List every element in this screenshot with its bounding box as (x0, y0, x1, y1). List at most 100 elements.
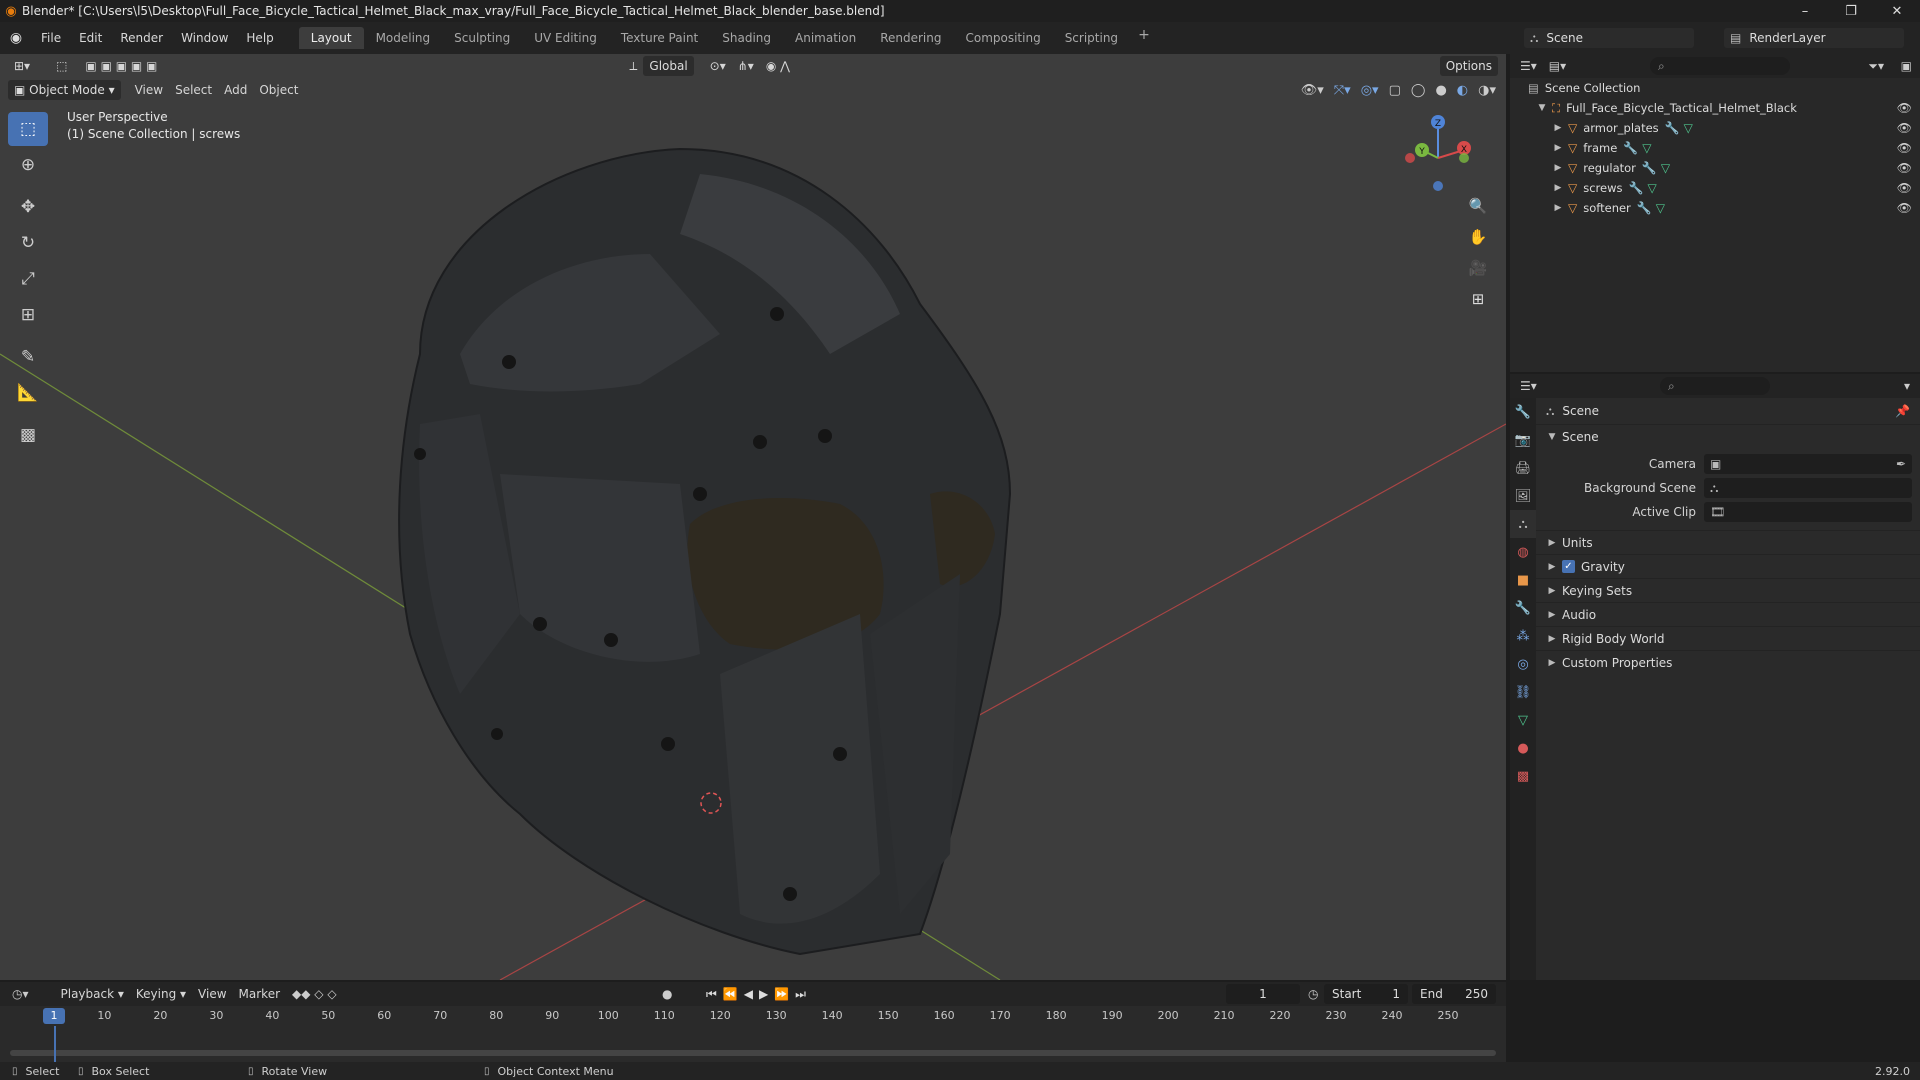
visibility-eye-icon[interactable]: 👁 (1897, 181, 1912, 195)
properties-search-field[interactable]: ⌕ (1660, 377, 1770, 395)
gizmo-neg-y[interactable] (1459, 153, 1469, 163)
outliner-object-row[interactable]: ▶ ▽ softener 🔧 ▽ 👁 (1510, 198, 1920, 218)
selection-mode-buttons[interactable]: ▣ ▣ ▣ ▣ ▣ (79, 56, 163, 76)
expand-triangle-icon[interactable]: ▶ (1546, 658, 1558, 668)
timeline-ruler[interactable]: 1 10 20 30 40 50 60 70 80 90 100 110 120 130 140 150 160… (0, 1006, 1506, 1026)
pivot-icon[interactable]: ⊙▾ (704, 56, 732, 76)
menu-keying[interactable]: Keying ▾ (130, 984, 192, 1004)
modifier-wrench-icon[interactable]: 🔧 (1623, 141, 1638, 155)
gravity-panel-header[interactable]: ▶ ✓ Gravity (1536, 554, 1920, 578)
tab-modeling[interactable]: Modeling (364, 27, 443, 49)
select-mode-icon[interactable]: ⬚ (50, 56, 73, 76)
menu-object[interactable]: Object (253, 80, 304, 100)
display-mode-icon[interactable]: ▤▾ (1549, 59, 1566, 73)
shading-material-icon[interactable]: ◐ (1457, 83, 1468, 98)
visibility-icon[interactable]: 👁▾ (1301, 83, 1324, 98)
properties-editor-type-icon[interactable]: ☰▾ (1520, 379, 1537, 393)
gizmo-neg-z[interactable] (1433, 181, 1443, 191)
record-icon[interactable]: ● (662, 987, 672, 1001)
constraints-tab-icon[interactable]: ⛓ (1510, 678, 1536, 706)
proportional-edit-icon[interactable]: ◉ ⋀ (760, 56, 796, 76)
options-dropdown[interactable]: Options (1439, 56, 1498, 76)
modifier-wrench-icon[interactable]: 🔧 (1642, 161, 1657, 175)
3d-viewport[interactable]: ⊞▾ ⬚ ▣ ▣ ▣ ▣ ▣ ⟂ Global ⊙▾ ⋔▾ ◉ ⋀ Option… (0, 54, 1506, 980)
eyedropper-icon[interactable]: ✒ (1896, 457, 1906, 471)
tab-shading[interactable]: Shading (710, 27, 783, 49)
menu-window[interactable]: Window (172, 27, 237, 49)
snap-icon[interactable]: ⋔▾ (732, 56, 760, 76)
editor-type-icon[interactable]: ⊞▾ (8, 56, 36, 76)
timeline-editor-type-icon[interactable]: ◷▾ (12, 987, 29, 1001)
visibility-eye-icon[interactable]: 👁 (1897, 161, 1912, 175)
shading-solid-icon[interactable]: ● (1435, 83, 1446, 98)
outliner-object-row[interactable]: ▶ ▽ armor_plates 🔧 ▽ 👁 (1510, 118, 1920, 138)
mesh-data-icon[interactable]: ▽ (1647, 181, 1656, 195)
mesh-data-icon[interactable]: ▽ (1642, 141, 1651, 155)
close-button[interactable]: ✕ (1874, 0, 1920, 22)
world-tab-icon[interactable]: ◍ (1510, 538, 1536, 566)
tab-layout[interactable]: Layout (298, 27, 364, 49)
measure-tool-icon[interactable]: 📐 (8, 376, 48, 410)
tab-rendering[interactable]: Rendering (868, 27, 953, 49)
visibility-eye-icon[interactable]: 👁 (1897, 201, 1912, 215)
menu-add[interactable]: Add (218, 80, 253, 100)
outliner-object-row[interactable]: ▶ ▽ frame 🔧 ▽ 👁 (1510, 138, 1920, 158)
physics-tab-icon[interactable]: ◎ (1510, 650, 1536, 678)
outliner-object-row[interactable]: ▶ ▽ screws 🔧 ▽ 👁 (1510, 178, 1920, 198)
rigid-body-world-panel-header[interactable]: ▶ Rigid Body World (1536, 626, 1920, 650)
render-tab-icon[interactable]: 📷 (1510, 426, 1536, 454)
expand-triangle-icon[interactable]: ▶ (1546, 538, 1558, 548)
modifier-wrench-icon[interactable]: 🔧 (1665, 121, 1680, 135)
menu-view[interactable]: View (129, 80, 169, 100)
navigation-gizmo[interactable]: Z X Y (1396, 110, 1486, 200)
custom-properties-panel-header[interactable]: ▶ Custom Properties (1536, 650, 1920, 674)
scale-tool-icon[interactable]: ⤢ (8, 262, 48, 296)
scene-panel-header[interactable]: ▼ Scene (1536, 424, 1920, 448)
scene-selector[interactable]: ⛬ Scene (1524, 28, 1694, 48)
expand-triangle-icon[interactable]: ▶ (1552, 123, 1564, 133)
expand-triangle-icon[interactable]: ▶ (1552, 163, 1564, 173)
menu-playback[interactable]: Playback ▾ (55, 984, 130, 1004)
transform-tool-icon[interactable]: ⊞ (8, 298, 48, 332)
shading-rendered-icon[interactable]: ◑▾ (1478, 83, 1496, 98)
tab-compositing[interactable]: Compositing (953, 27, 1052, 49)
add-cube-tool-icon[interactable]: ▩ (8, 418, 48, 452)
visibility-eye-icon[interactable]: 👁 (1897, 121, 1912, 135)
expand-triangle-icon[interactable]: ▶ (1546, 634, 1558, 644)
object-mode-dropdown[interactable]: ▣ Object Mode ▾ (8, 80, 121, 100)
view-layer-tab-icon[interactable]: 🖼 (1510, 482, 1536, 510)
object-tab-icon[interactable]: ■ (1510, 566, 1536, 594)
collapse-triangle-icon[interactable]: ▼ (1536, 103, 1548, 113)
tab-animation[interactable]: Animation (783, 27, 868, 49)
tab-uv-editing[interactable]: UV Editing (522, 27, 609, 49)
keying-sets-panel-header[interactable]: ▶ Keying Sets (1536, 578, 1920, 602)
visibility-eye-icon[interactable]: 👁 (1897, 101, 1912, 115)
keyframe-icons[interactable]: ◆◆ ◇ ◇ (292, 987, 337, 1001)
expand-triangle-icon[interactable]: ▶ (1552, 203, 1564, 213)
start-frame-field[interactable]: Start 1 (1324, 984, 1408, 1004)
gizmo-neg-x[interactable] (1405, 153, 1415, 163)
background-scene-field[interactable]: ⛬ (1704, 478, 1912, 498)
tab-texture-paint[interactable]: Texture Paint (609, 27, 710, 49)
rotate-tool-icon[interactable]: ↻ (8, 226, 48, 260)
overlay-toggle-icon[interactable]: ◎▾ (1361, 83, 1379, 98)
menu-marker[interactable]: Marker (233, 984, 286, 1004)
xray-toggle-icon[interactable]: ▢ (1389, 83, 1401, 98)
expand-triangle-icon[interactable]: ▶ (1546, 610, 1558, 620)
material-tab-icon[interactable]: ● (1510, 734, 1536, 762)
outliner-collection-row[interactable]: ▼ ⛶ Full_Face_Bicycle_Tactical_Helmet_Bl… (1510, 98, 1920, 118)
expand-triangle-icon[interactable]: ▶ (1546, 586, 1558, 596)
outliner-object-row[interactable]: ▶ ▽ regulator 🔧 ▽ 👁 (1510, 158, 1920, 178)
camera-field[interactable]: ▣ ✒ (1704, 454, 1912, 474)
menu-help[interactable]: Help (237, 27, 282, 49)
blender-menu-icon[interactable]: ◉ (0, 30, 32, 46)
minimize-button[interactable]: – (1782, 0, 1828, 22)
tab-sculpting[interactable]: Sculpting (442, 27, 522, 49)
gizmo-toggle-icon[interactable]: ⤧▾ (1334, 83, 1351, 98)
modifier-wrench-icon[interactable]: 🔧 (1629, 181, 1644, 195)
expand-triangle-icon[interactable]: ▶ (1552, 183, 1564, 193)
view-layer-selector[interactable]: ▤ RenderLayer (1724, 28, 1904, 48)
cursor-tool-icon[interactable]: ⊕ (8, 148, 48, 182)
filter-icon[interactable]: ⏷▾ (1868, 59, 1884, 74)
tool-tab-icon[interactable]: 🔧 (1510, 398, 1536, 426)
